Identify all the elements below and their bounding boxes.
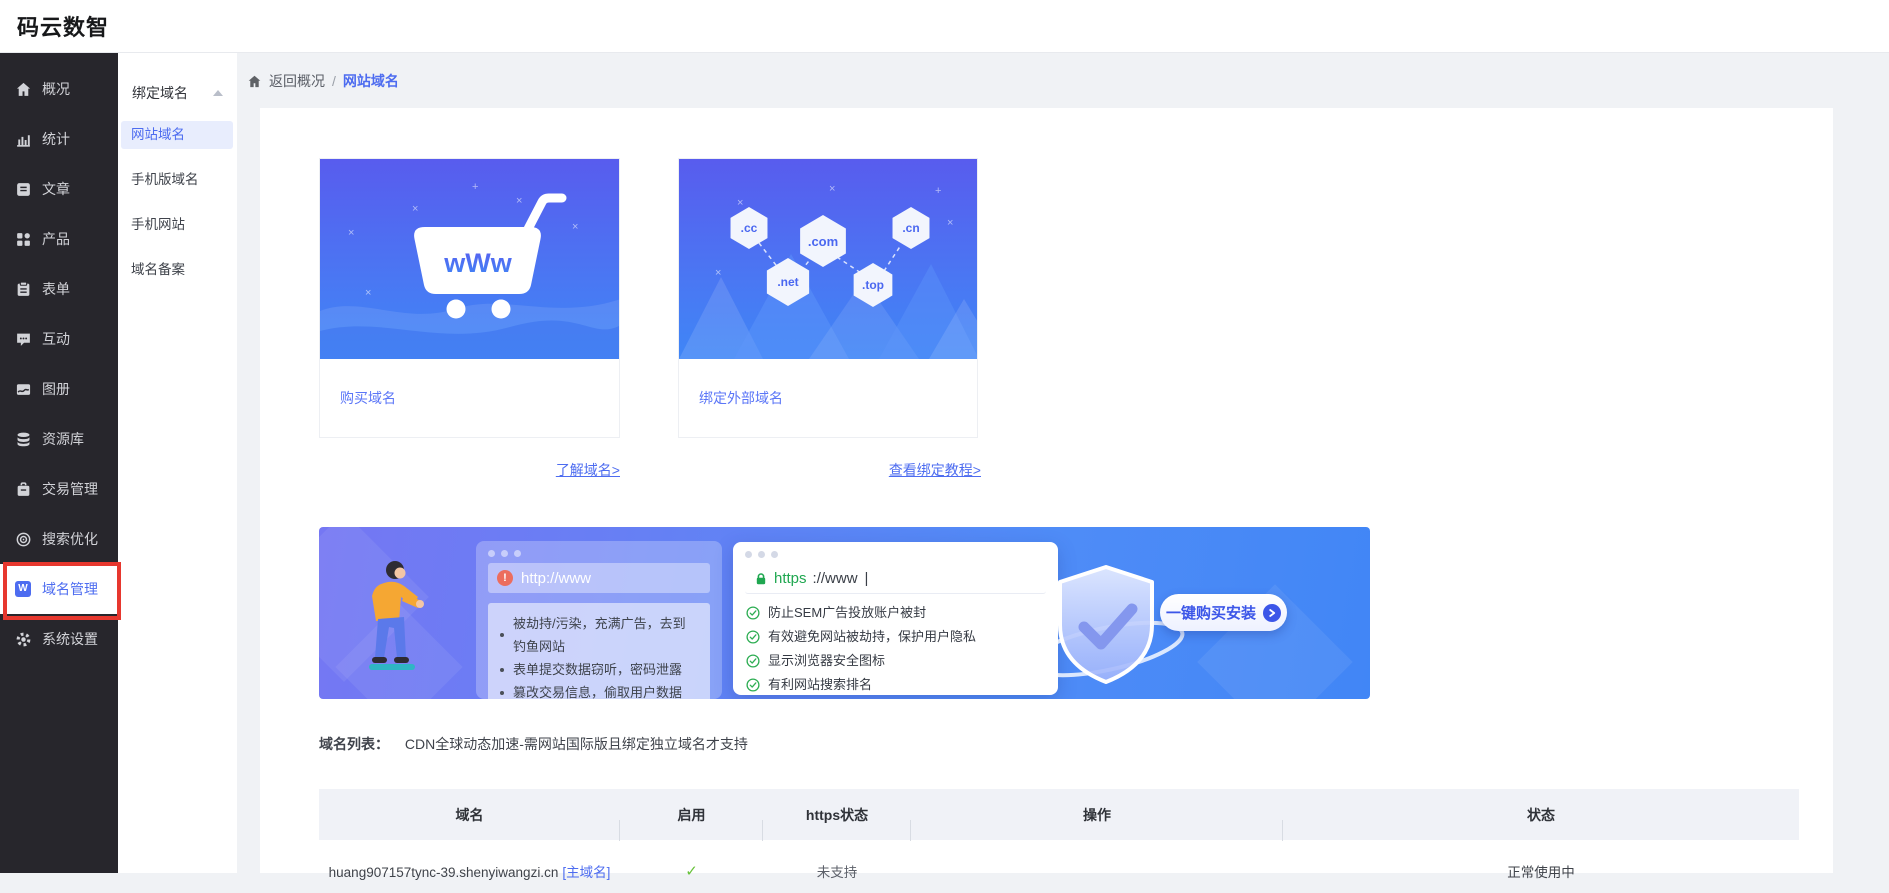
buy-domain-card[interactable]: × × × × × +: [319, 158, 620, 438]
https-promo-banner: ! http://www 被劫持/污染，充满广告，去到钓鱼网站 表单提交数据窃听…: [319, 527, 1370, 699]
secondary-sidebar: 绑定域名 网站域名 手机版域名 手机网站 域名备案: [118, 53, 237, 873]
product-icon: [15, 231, 32, 248]
https-benefit-card: https ://www | 防止SEM广告投放账户被封 有效避免网站被劫持，保护用…: [733, 542, 1058, 695]
https-scheme: https: [774, 570, 807, 587]
sidebar-item-overview[interactable]: 概况: [0, 64, 118, 114]
table-row: huang907157tync-39.shenyiwangzi.cn[主域名] …: [319, 849, 1799, 893]
browser-dots: [733, 542, 1058, 562]
domain-table-header: 域名 启用 https状态 操作 状态: [319, 789, 1799, 840]
sidebar-item-seo[interactable]: 搜索优化: [0, 514, 118, 564]
sidebar-item-resources[interactable]: 资源库: [0, 414, 118, 464]
settings-icon: [15, 631, 32, 648]
col-https-status: https状态: [763, 805, 911, 825]
breadcrumb-back-link[interactable]: 返回概况: [269, 71, 325, 91]
submenu-item-domain-icp[interactable]: 域名备案: [121, 256, 233, 284]
app-logo: 码云数智: [17, 10, 109, 42]
text-cursor: |: [865, 570, 869, 587]
cart-illustration: × × × × × +: [320, 159, 619, 359]
enabled-check-icon: ✓: [685, 863, 698, 880]
sidebar-item-interaction[interactable]: 互动: [0, 314, 118, 364]
arrow-right-icon: [1263, 604, 1281, 622]
col-operations: 操作: [911, 805, 1283, 825]
sidebar-item-stats[interactable]: 统计: [0, 114, 118, 164]
breadcrumb-current: 网站域名: [343, 71, 399, 91]
domain-list-caption: 域名列表： CDN全球动态加速-需网站国际版且绑定独立域名才支持: [319, 734, 748, 754]
svg-text:wWw: wWw: [443, 248, 512, 278]
main-content: 返回概况 / 网站域名 × × × × × +: [237, 53, 1889, 873]
breadcrumb-separator: /: [332, 73, 336, 89]
alert-icon: !: [497, 570, 513, 586]
collapse-arrow-icon: [213, 90, 223, 96]
bind-tutorial-link[interactable]: 查看绑定教程>: [678, 460, 981, 480]
resource-icon: [15, 431, 32, 448]
domain-list-label: 域名列表：: [319, 736, 389, 752]
https-url-rest: ://www: [813, 570, 858, 587]
primary-sidebar: 概况 统计 文章 产品 表单 互动 图册 资源库 交易管理 搜索优化 W 域名管…: [0, 53, 118, 873]
bind-external-domain-card[interactable]: × × × × + .cc .com .cn .net .top 绑定外部域名: [678, 158, 978, 438]
learn-domain-link[interactable]: 了解域名>: [319, 460, 620, 480]
bind-external-domain-card-title: 绑定外部域名: [679, 359, 977, 437]
sidebar-item-domain-management[interactable]: W 域名管理: [0, 564, 118, 614]
sidebar-item-gallery[interactable]: 图册: [0, 364, 118, 414]
form-icon: [15, 281, 32, 298]
app-header: 码云数智: [0, 0, 1889, 53]
buy-domain-card-title: 购买域名: [320, 359, 619, 437]
lock-icon: [754, 572, 768, 586]
http-risk-list: 被劫持/污染，充满广告，去到钓鱼网站 表单提交数据窃听，密码泄露 篡改交易信息，…: [488, 603, 710, 699]
gallery-icon: [15, 381, 32, 398]
http-url-text: http://www: [521, 570, 591, 587]
trade-icon: [15, 481, 32, 498]
domain-list-note: CDN全球动态加速-需网站国际版且绑定独立域名才支持: [405, 736, 748, 752]
interaction-icon: [15, 331, 32, 348]
submenu-item-website-domain[interactable]: 网站域名: [121, 121, 233, 149]
domain-table: 域名 启用 https状态 操作 状态 huang907157tync-39.s…: [319, 789, 1799, 893]
person-illustration: [349, 553, 464, 699]
article-icon: [15, 181, 32, 198]
one-click-buy-install-button[interactable]: 一键购买安装: [1160, 594, 1287, 631]
submenu-item-mobile-site[interactable]: 手机网站: [121, 211, 233, 239]
sidebar-item-products[interactable]: 产品: [0, 214, 118, 264]
browser-dots: [476, 541, 722, 561]
http-risk-card: ! http://www 被劫持/污染，充满广告，去到钓鱼网站 表单提交数据窃听…: [476, 541, 722, 699]
breadcrumb: 返回概况 / 网站域名: [247, 71, 399, 91]
domain-w-badge-icon: W: [15, 581, 32, 598]
sidebar-item-settings[interactable]: 系统设置: [0, 614, 118, 664]
submenu-item-mobile-domain[interactable]: 手机版域名: [121, 166, 233, 194]
seo-icon: [15, 531, 32, 548]
http-url-bar: ! http://www: [488, 563, 710, 593]
home-icon: [15, 81, 32, 98]
col-status: 状态: [1283, 805, 1799, 825]
https-url-bar: https ://www |: [745, 564, 1046, 594]
breadcrumb-home-icon[interactable]: [247, 74, 262, 89]
col-enabled: 启用: [620, 805, 763, 825]
sidebar-item-trade[interactable]: 交易管理: [0, 464, 118, 514]
sidebar-item-forms[interactable]: 表单: [0, 264, 118, 314]
submenu-group-bind-domain[interactable]: 绑定域名: [132, 83, 227, 103]
domain-panel: × × × × × +: [260, 108, 1833, 873]
stats-icon: [15, 131, 32, 148]
col-domain: 域名: [319, 805, 620, 825]
domain-hexagons-illustration: × × × × + .cc .com .cn .net .top: [679, 159, 977, 359]
sidebar-item-articles[interactable]: 文章: [0, 164, 118, 214]
https-benefit-list: 防止SEM广告投放账户被封 有效避免网站被劫持，保护用户隐私 显示浏览器安全图标…: [733, 594, 1058, 697]
